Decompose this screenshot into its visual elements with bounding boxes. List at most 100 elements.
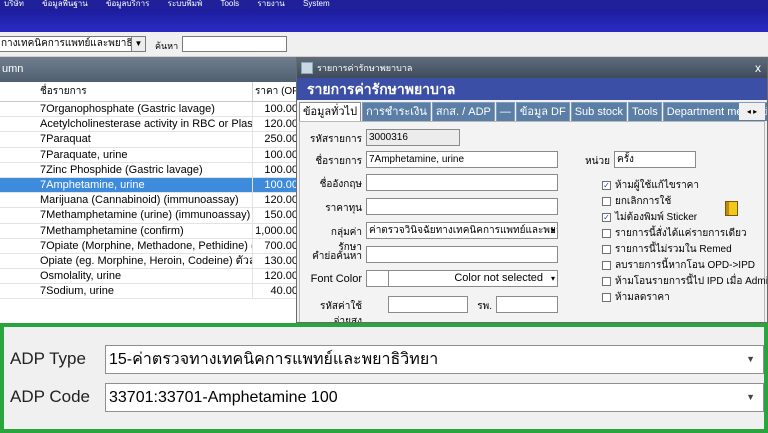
chevron-down-icon[interactable]: ▾ — [551, 271, 555, 286]
row-name: 7Organophosphate (Gastric lavage) — [0, 102, 253, 117]
checkbox-no-sticker[interactable]: ✓ ไม่ต้องพิมพ์ Sticker — [602, 210, 697, 225]
group-select-value: ค่าตรวจวินิจฉัยทางเทคนิคการแพทย์และพยาธิ… — [369, 225, 557, 236]
checkbox-box[interactable]: ✓ — [602, 213, 611, 222]
search-label: ค้นหา — [155, 41, 179, 51]
tab-scroll-arrows-icon[interactable]: ◂ ▸ — [739, 103, 765, 120]
code-field: 3000316 — [366, 129, 460, 146]
table-row[interactable]: Osmolality, urine 120.00 — [0, 269, 300, 285]
column-header-name[interactable]: ชื่อรายการ — [0, 82, 253, 101]
unit-label: หน่วย — [585, 156, 610, 167]
checkbox-exclude-remed[interactable]: รายการนี้ไม่รวมใน Remed — [602, 242, 732, 257]
tab-sub-stock[interactable]: Sub stock — [570, 102, 628, 121]
group-select[interactable]: ค่าตรวจวินิจฉัยทางเทคนิคการแพทย์และพยาธิ… — [366, 222, 558, 239]
font-color-value: Color not selected — [454, 272, 543, 284]
row-name: Osmolality, urine — [0, 269, 253, 284]
table-row[interactable]: Acetylcholinesterase activity in RBC or … — [0, 117, 300, 133]
menu-item-reports[interactable]: รายงาน — [253, 0, 296, 8]
treatment-item-dialog: รายการค่ารักษาพยาบาล x รายการค่ารักษาพยา… — [296, 57, 768, 323]
checkbox-box[interactable] — [602, 229, 611, 238]
checkbox-box[interactable]: ✓ — [602, 181, 611, 190]
checkbox-cancel-use[interactable]: ยกเลิกการใช้ — [602, 194, 671, 209]
checkbox-box[interactable] — [602, 197, 611, 206]
row-name: 7Opiate (Morphine, Methadone, Pethidine)… — [0, 238, 253, 253]
table-row[interactable]: 7Opiate (Morphine, Methadone, Pethidine)… — [0, 238, 300, 254]
column-header-price[interactable]: ราคา (OPD) — [253, 82, 300, 101]
unit-field[interactable]: ครั้ง — [614, 151, 696, 168]
row-price: 120.00 — [264, 270, 298, 283]
category-select[interactable]: กางเทคนิคการแพทย์และพยาธิวิทยา — [0, 36, 144, 52]
menu-item-system[interactable]: System — [299, 0, 342, 8]
chevron-down-icon[interactable]: ▼ — [746, 346, 755, 373]
checkbox-box[interactable] — [602, 261, 611, 270]
dialog-titlebar[interactable]: รายการค่ารักษาพยาบาล x — [297, 58, 767, 78]
row-name: Opiate (eg. Morphine, Heroin, Codeine) ต… — [0, 253, 253, 269]
table-row[interactable]: Marijuana (Cannabinoid) (immunoassay) 120… — [0, 193, 300, 209]
close-icon[interactable]: x — [755, 58, 761, 78]
checkbox-single-item[interactable]: รายการนี้สั่งได้แค่รายการเดียว — [602, 226, 747, 241]
filter-toolbar: กางเทคนิคการแพทย์และพยาธิวิทยา ▼ ค้นหา — [0, 32, 768, 57]
english-name-field[interactable] — [366, 174, 558, 191]
checkbox-label: รายการนี้ไม่รวมใน Remed — [615, 244, 732, 255]
table-row[interactable]: 7Methamphetamine (urine) (immunoassay) 15… — [0, 208, 300, 224]
checkbox-label: ไม่ต้องพิมพ์ Sticker — [615, 212, 698, 223]
menu-item-service-data[interactable]: ข้อมูลบริการ — [102, 0, 161, 8]
checkbox-delete-on-transfer[interactable]: ลบรายการนี้หากโอน OPD->IPD — [602, 258, 755, 273]
row-name: 7Paraquate, urine — [0, 147, 253, 162]
menu-item-basic-data[interactable]: ข้อมูลพื้นฐาน — [38, 0, 100, 8]
table-row[interactable]: 7Zinc Phosphide (Gastric lavage) 100.00 — [0, 162, 300, 178]
high-cost-code-field[interactable] — [388, 296, 468, 313]
table-row-selected[interactable]: 7Amphetamine, urine 100.00 — [0, 177, 300, 194]
menu-item-company[interactable]: บริษัท — [0, 0, 36, 8]
adp-panel: ADP Type 15-ค่าตรวจทางเทคนิคการแพทย์และพ… — [0, 323, 768, 433]
table-row[interactable]: 7Sodium, urine 40.00 — [0, 284, 300, 300]
adp-type-value: 15-ค่าตรวจทางเทคนิคการแพทย์และพยาธิวิทยา — [109, 351, 439, 368]
chevron-down-icon[interactable]: ▼ — [746, 384, 755, 411]
cost-label: ราคาทุน — [325, 203, 362, 214]
table-row[interactable]: 7Paraquate, urine 100.00 — [0, 147, 300, 163]
dialog-tabs: ข้อมูลทั่วไป การชำระเงิน สกส. / ADP — ข้อมูล… — [299, 102, 767, 122]
book-icon[interactable] — [725, 201, 738, 216]
menu-item-tools[interactable]: Tools — [216, 0, 251, 8]
tab-general[interactable]: ข้อมูลทั่วไป — [299, 102, 362, 121]
font-color-select[interactable]: Color not selected ▾ — [366, 270, 558, 287]
checkbox-no-discount[interactable]: ห้ามลดราคา — [602, 290, 670, 305]
checkbox-label: ยกเลิกการใช้ — [615, 196, 672, 207]
row-name: 7Amphetamine, urine — [0, 177, 253, 193]
checkbox-lock-price[interactable]: ✓ ห้ามผู้ใช้แก้ไขราคา — [602, 178, 699, 193]
hospital-field[interactable] — [496, 296, 558, 313]
name-field[interactable]: 7Amphetamine, urine — [366, 151, 558, 168]
row-price: 40.00 — [270, 285, 298, 298]
name-label: ชื่อรายการ — [315, 156, 362, 167]
row-name: Marijuana (Cannabinoid) (immunoassay) — [0, 193, 253, 208]
font-color-label: Font Color — [310, 273, 362, 285]
tab-adp[interactable]: สกส. / ADP — [431, 102, 495, 121]
tab-extra[interactable]: — — [495, 102, 515, 121]
checkbox-label: ลบรายการนี้หากโอน OPD->IPD — [615, 260, 755, 271]
table-row[interactable]: Opiate (eg. Morphine, Heroin, Codeine) ต… — [0, 253, 300, 270]
checkbox-box[interactable] — [602, 293, 611, 302]
checkbox-box[interactable] — [602, 277, 611, 286]
chevron-down-icon[interactable]: ▼ — [131, 36, 146, 52]
chevron-down-icon[interactable]: ▾ — [551, 223, 555, 238]
row-name: 7Paraquat — [0, 132, 253, 147]
checkbox-box[interactable] — [602, 245, 611, 254]
cost-field[interactable] — [366, 198, 558, 215]
menu-item-print[interactable]: ระบบพิมพ์ — [164, 0, 215, 8]
table-row[interactable]: 7Organophosphate (Gastric lavage) 100.00 — [0, 102, 300, 118]
tab-payment[interactable]: การชำระเงิน — [362, 102, 431, 121]
checkbox-label: ห้ามผู้ใช้แก้ไขราคา — [615, 180, 699, 191]
adp-type-select[interactable]: 15-ค่าตรวจทางเทคนิคการแพทย์และพยาธิวิทยา… — [105, 345, 764, 374]
search-input[interactable] — [182, 36, 287, 52]
main-menu-bar: บริษัท ข้อมูลพื้นฐาน ข้อมูลบริการ ระบบพิ… — [0, 0, 768, 9]
row-name: 7Methamphetamine (confirm) — [0, 223, 253, 238]
keyword-field[interactable] — [366, 246, 558, 263]
tab-df[interactable]: ข้อมูล DF — [515, 102, 570, 121]
row-price: 100.00 — [264, 163, 298, 176]
checkbox-no-transfer-ipd[interactable]: ห้ามโอนรายการนี้ไป IPD เมื่อ Admit — [602, 274, 767, 289]
keyword-label: คำย่อค้นหา — [312, 251, 362, 262]
tab-tools[interactable]: Tools — [628, 102, 662, 121]
adp-code-select[interactable]: 33701:33701-Amphetamine 100 ▼ — [105, 383, 764, 412]
table-row[interactable]: 7Paraquat 250.00 — [0, 132, 300, 148]
table-row[interactable]: 7Methamphetamine (confirm) 1,000.00 — [0, 223, 300, 239]
list-column-header: ชื่อรายการ ราคา (OPD) — [0, 82, 300, 102]
